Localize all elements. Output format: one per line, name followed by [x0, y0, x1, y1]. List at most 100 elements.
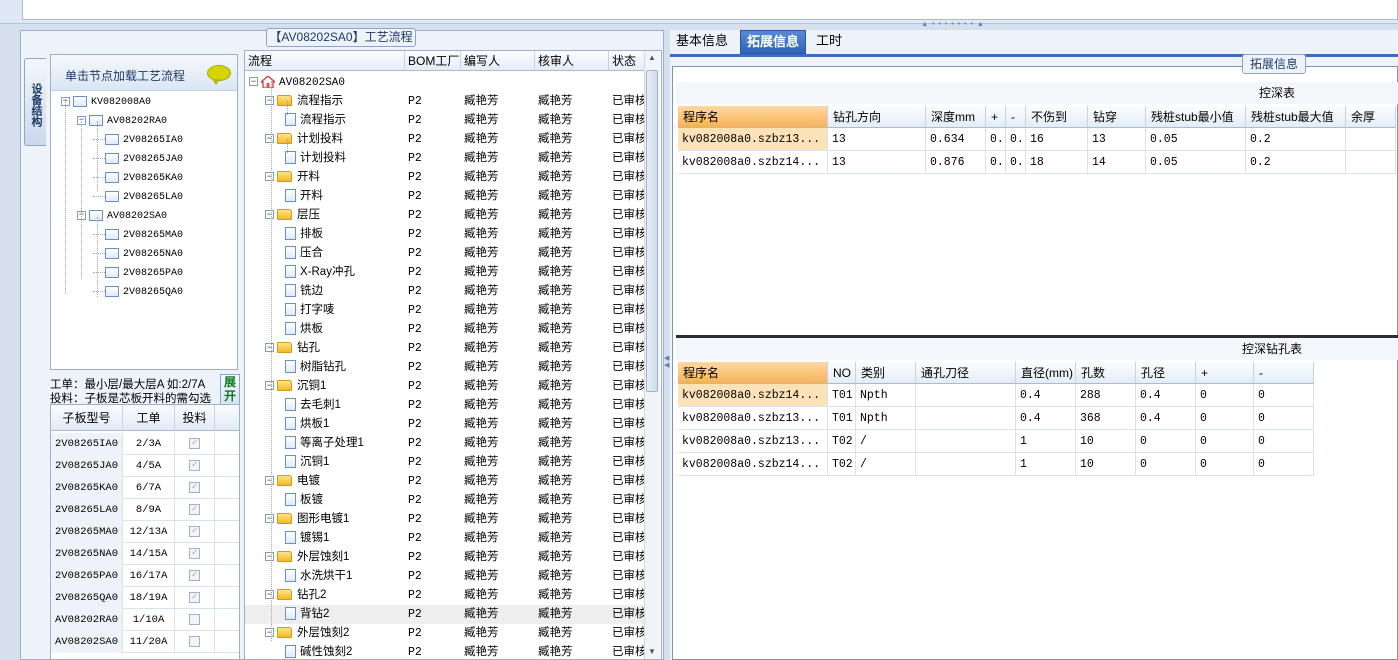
- tree-root-row[interactable]: − AV08202SA0: [245, 73, 647, 92]
- hole-table-cell[interactable]: [916, 384, 1016, 407]
- collapse-icon[interactable]: −: [265, 210, 274, 220]
- feed-cell[interactable]: ✓: [175, 433, 215, 455]
- hole-table-cell[interactable]: T02: [828, 430, 856, 453]
- hole-table-cell[interactable]: 0.4: [1016, 407, 1076, 430]
- hole-table-cell[interactable]: 0: [1136, 453, 1196, 476]
- sub-board-order[interactable]: 2/3A: [123, 433, 175, 455]
- hole-table-cell[interactable]: 10: [1076, 430, 1136, 453]
- checked-checkbox-icon[interactable]: ✓: [189, 591, 200, 603]
- hole-table-cell[interactable]: T01: [828, 384, 856, 407]
- table-row[interactable]: 2V08265IA0 2/3A ✓: [51, 433, 239, 455]
- checked-checkbox-icon[interactable]: ✓: [189, 437, 200, 449]
- collapse-icon[interactable]: −: [249, 77, 258, 87]
- hole-table-cell[interactable]: 0.4: [1136, 384, 1196, 407]
- flow-step-cell[interactable]: 计划投料: [285, 149, 405, 168]
- tree-node[interactable]: − KV082008A0: [61, 95, 151, 111]
- flow-step-cell[interactable]: − 层压: [265, 206, 405, 225]
- depth-table-cell[interactable]: 13: [828, 151, 926, 174]
- table-row[interactable]: 计划投料 P2 臧艳芳 臧艳芳 已审核: [245, 149, 647, 168]
- depth-table-cell[interactable]: 16: [1026, 128, 1088, 151]
- flow-step-cell[interactable]: − 计划投料: [265, 130, 405, 149]
- hole-table-header[interactable]: 通孔刀径: [916, 362, 1016, 384]
- sub-grid-header[interactable]: 子板型号: [51, 405, 123, 431]
- hole-table-cell[interactable]: kv082008a0.szbz14...: [678, 384, 828, 407]
- flow-grid-header[interactable]: 编写人: [461, 51, 535, 71]
- hole-table-cell[interactable]: T01: [828, 407, 856, 430]
- hole-table-cell[interactable]: kv082008a0.szbz13...: [678, 407, 828, 430]
- flow-step-cell[interactable]: 碱性蚀刻2: [285, 643, 405, 659]
- table-row[interactable]: 2V08265PA0 16/17A ✓: [51, 565, 239, 587]
- flow-step-cell[interactable]: 流程指示: [285, 111, 405, 130]
- feed-cell[interactable]: ✓: [175, 499, 215, 521]
- hole-table-cell[interactable]: 288: [1076, 384, 1136, 407]
- flow-step-cell[interactable]: − 电镀: [265, 472, 405, 491]
- flow-step-cell[interactable]: − 外层蚀刻2: [265, 624, 405, 643]
- hole-table-cell[interactable]: 1: [1016, 430, 1076, 453]
- table-row[interactable]: − 外层蚀刻1 P2 臧艳芳 臧艳芳 已审核: [245, 548, 647, 567]
- hole-table-cell[interactable]: [916, 407, 1016, 430]
- flow-grid-header[interactable]: BOM工厂: [405, 51, 461, 71]
- flow-grid-header[interactable]: 状态: [609, 51, 649, 71]
- table-row[interactable]: 压合 P2 臧艳芳 臧艳芳 已审核: [245, 244, 647, 263]
- feed-cell[interactable]: [175, 631, 215, 653]
- hole-table-cell[interactable]: 10: [1076, 453, 1136, 476]
- collapse-icon[interactable]: −: [265, 514, 274, 524]
- sub-board-order[interactable]: 1/10A: [123, 609, 175, 631]
- feed-cell[interactable]: ✓: [175, 565, 215, 587]
- sub-board-order[interactable]: 4/5A: [123, 455, 175, 477]
- flow-step-cell[interactable]: − 流程指示: [265, 92, 405, 111]
- speech-bubble-icon[interactable]: [207, 65, 231, 85]
- depth-table-cell[interactable]: 0.2: [1246, 151, 1346, 174]
- hole-table-cell[interactable]: 0.4: [1136, 407, 1196, 430]
- feed-cell[interactable]: ✓: [175, 521, 215, 543]
- table-row[interactable]: 背钻2 P2 臧艳芳 臧艳芳 已审核: [245, 605, 647, 624]
- tree-node[interactable]: 2V08265JA0: [93, 152, 183, 168]
- depth-table-cell[interactable]: kv082008a0.szbz14...: [678, 151, 828, 174]
- table-row[interactable]: 沉铜1 P2 臧艳芳 臧艳芳 已审核: [245, 453, 647, 472]
- depth-table-header[interactable]: +: [986, 106, 1006, 128]
- depth-table-header[interactable]: 深度mm: [926, 106, 986, 128]
- hole-table-header[interactable]: 孔径: [1136, 362, 1196, 384]
- hole-table-cell[interactable]: 368: [1076, 407, 1136, 430]
- table-row[interactable]: 2V08265QA0 18/19A ✓: [51, 587, 239, 609]
- flow-step-cell[interactable]: 沉铜1: [285, 453, 405, 472]
- checked-checkbox-icon[interactable]: ✓: [189, 503, 200, 515]
- splitter-grip[interactable]: ▲ • • • • • • • ▲: [918, 21, 988, 28]
- depth-table-cell[interactable]: 0..: [986, 151, 1006, 174]
- flow-step-cell[interactable]: 板镀: [285, 491, 405, 510]
- sub-board-order[interactable]: 8/9A: [123, 499, 175, 521]
- flow-scroll-thumb[interactable]: [646, 70, 658, 392]
- hole-table-header[interactable]: 孔数: [1076, 362, 1136, 384]
- sub-board-order[interactable]: 12/13A: [123, 521, 175, 543]
- flow-step-cell[interactable]: − 外层蚀刻1: [265, 548, 405, 567]
- flow-step-cell[interactable]: 去毛刺1: [285, 396, 405, 415]
- flow-step-cell[interactable]: X-Ray冲孔: [285, 263, 405, 282]
- equipment-structure-tab[interactable]: 设备结构: [24, 58, 46, 146]
- depth-table-header[interactable]: 残桩stub最小值: [1146, 106, 1246, 128]
- hole-table-header[interactable]: 类别: [856, 362, 916, 384]
- depth-table-cell[interactable]: kv082008a0.szbz13...: [678, 128, 828, 151]
- tree-node[interactable]: − AV08202SA0: [77, 209, 167, 225]
- hole-table-header[interactable]: 程序名: [678, 362, 828, 384]
- feed-cell[interactable]: ✓: [175, 477, 215, 499]
- hole-table-cell[interactable]: 0: [1254, 407, 1314, 430]
- table-row[interactable]: 碱性蚀刻2 P2 臧艳芳 臧艳芳 已审核: [245, 643, 647, 659]
- feed-cell[interactable]: [175, 609, 215, 631]
- hole-table-header[interactable]: +: [1196, 362, 1254, 384]
- tree-node[interactable]: 2V08265MA0: [93, 228, 183, 244]
- checked-checkbox-icon[interactable]: ✓: [189, 547, 200, 559]
- tree-node[interactable]: 2V08265KA0: [93, 171, 183, 187]
- hole-table-cell[interactable]: 0: [1196, 407, 1254, 430]
- table-row[interactable]: 排板 P2 臧艳芳 臧艳芳 已审核: [245, 225, 647, 244]
- hole-table-cell[interactable]: 0.4: [1016, 384, 1076, 407]
- collapse-icon[interactable]: −: [265, 134, 274, 144]
- hole-table-cell[interactable]: [916, 453, 1016, 476]
- table-row[interactable]: 板镀 P2 臧艳芳 臧艳芳 已审核: [245, 491, 647, 510]
- hole-table-cell[interactable]: 0: [1254, 384, 1314, 407]
- hole-table-cell[interactable]: 0: [1196, 453, 1254, 476]
- table-row[interactable]: 树脂钻孔 P2 臧艳芳 臧艳芳 已审核: [245, 358, 647, 377]
- depth-table-header[interactable]: 钻孔方向: [828, 106, 926, 128]
- hole-table-cell[interactable]: /: [856, 453, 916, 476]
- depth-table-header[interactable]: 残桩stub最大值: [1246, 106, 1346, 128]
- hole-table-cell[interactable]: T02: [828, 453, 856, 476]
